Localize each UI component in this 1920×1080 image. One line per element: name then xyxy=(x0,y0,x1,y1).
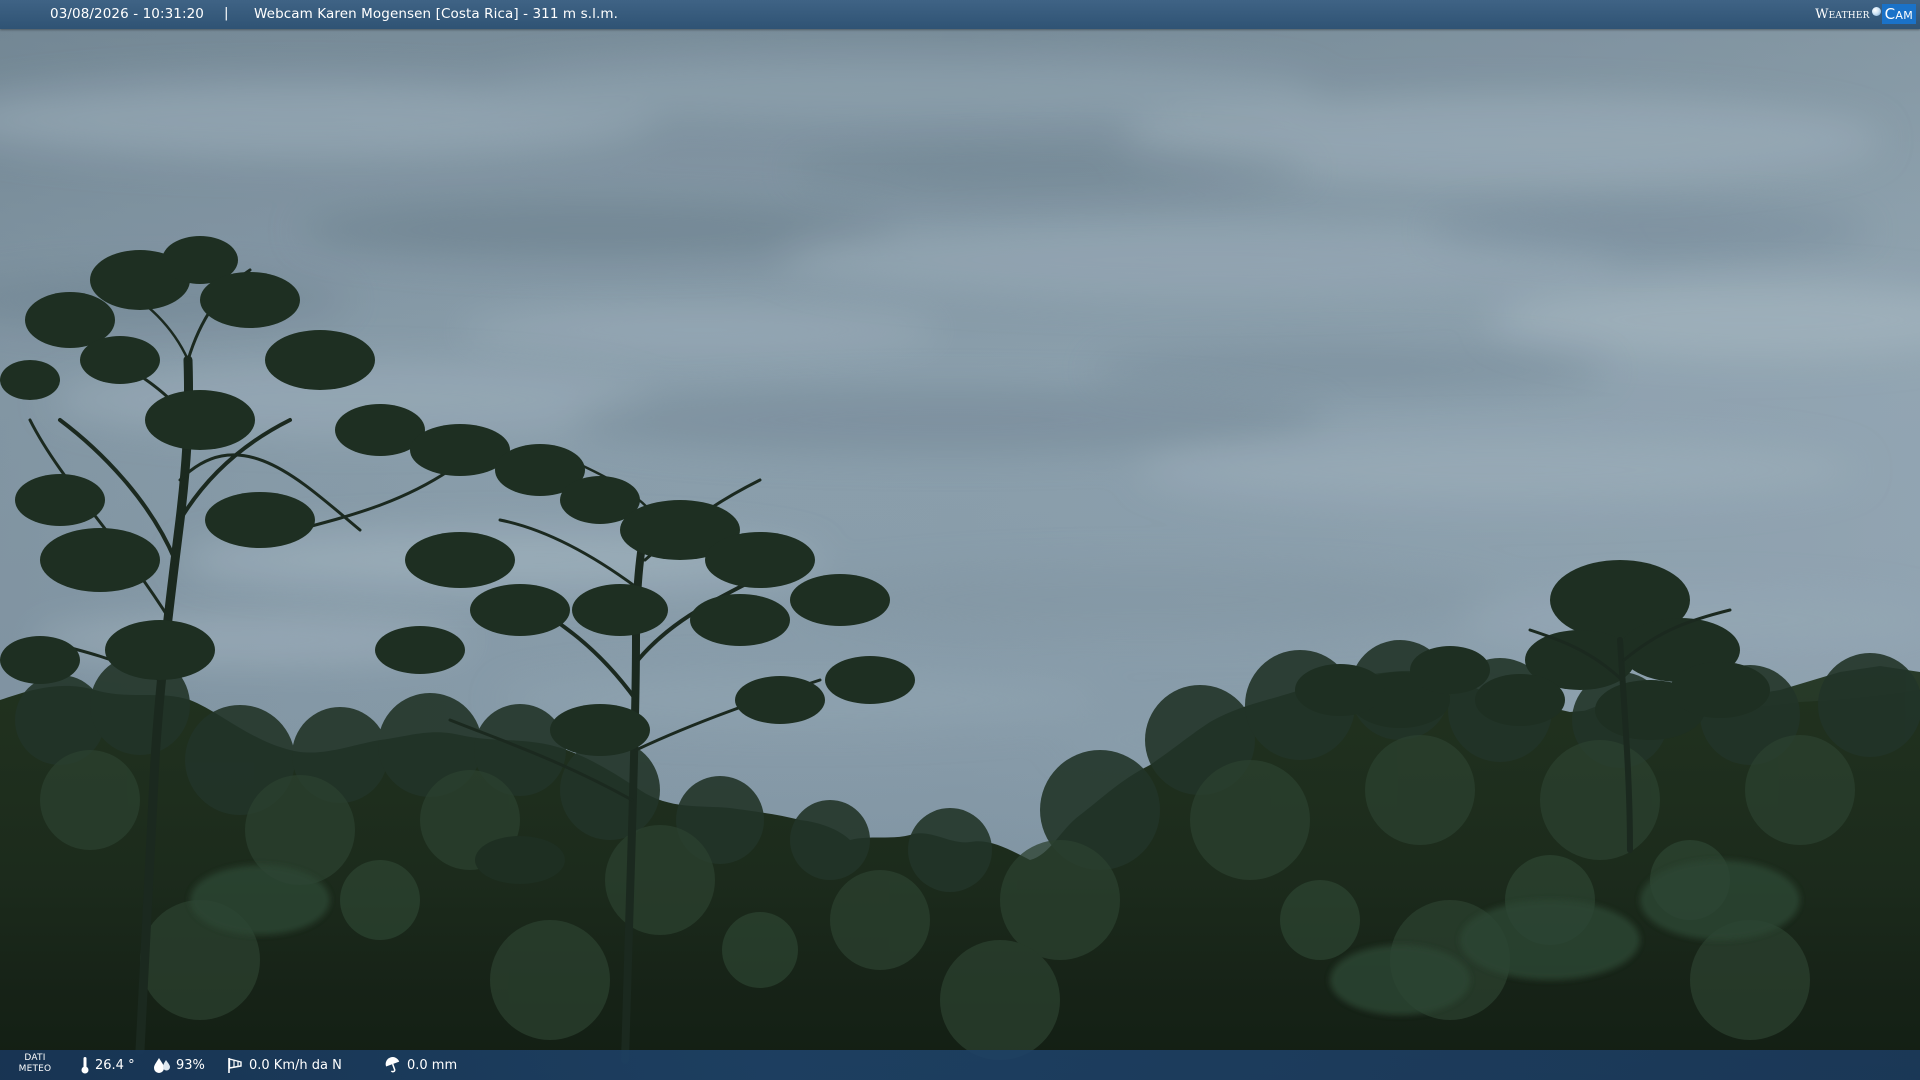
temperature-value: 26.4 ° xyxy=(95,1057,135,1073)
logo-weather-text: Weather xyxy=(1815,6,1870,22)
logo-cam-text: Cam xyxy=(1881,4,1916,24)
weather-data-label-line2: METEO xyxy=(18,1064,52,1074)
weather-data-label-line1: DATI xyxy=(24,1053,46,1063)
humidity-reading: 93% xyxy=(153,1056,205,1074)
timestamp: 03/08/2026 - 10:31:20 xyxy=(50,6,204,22)
temperature-reading: 26.4 ° xyxy=(80,1056,135,1074)
wind-value: 0.0 Km/h da N xyxy=(249,1057,342,1073)
camera-title: Webcam Karen Mogensen [Costa Rica] - 311… xyxy=(254,6,618,22)
title-separator: | xyxy=(224,5,229,21)
rain-value: 0.0 mm xyxy=(407,1057,458,1073)
weather-data-label: DATI METEO xyxy=(12,1053,58,1075)
wind-reading: 0.0 Km/h da N xyxy=(226,1056,342,1074)
webcam-viewer: 03/08/2026 - 10:31:20 | Webcam Karen Mog… xyxy=(0,0,1920,1080)
water-drops-icon xyxy=(154,1058,170,1073)
webcam-image xyxy=(0,0,1920,1080)
logo-globe-icon xyxy=(1871,6,1881,16)
umbrella-icon xyxy=(385,1057,400,1073)
weathercam-logo[interactable]: Weather Cam xyxy=(1815,3,1916,25)
rain-reading: 0.0 mm xyxy=(384,1056,457,1074)
top-info-bar: 03/08/2026 - 10:31:20 | Webcam Karen Mog… xyxy=(0,0,1920,29)
thermometer-icon xyxy=(81,1057,89,1074)
weather-data-bar: DATI METEO 26.4 ° 93% 0.0 Km/h da N 0.0 … xyxy=(0,1050,1920,1080)
windsock-icon xyxy=(228,1058,242,1073)
humidity-value: 93% xyxy=(176,1057,205,1073)
